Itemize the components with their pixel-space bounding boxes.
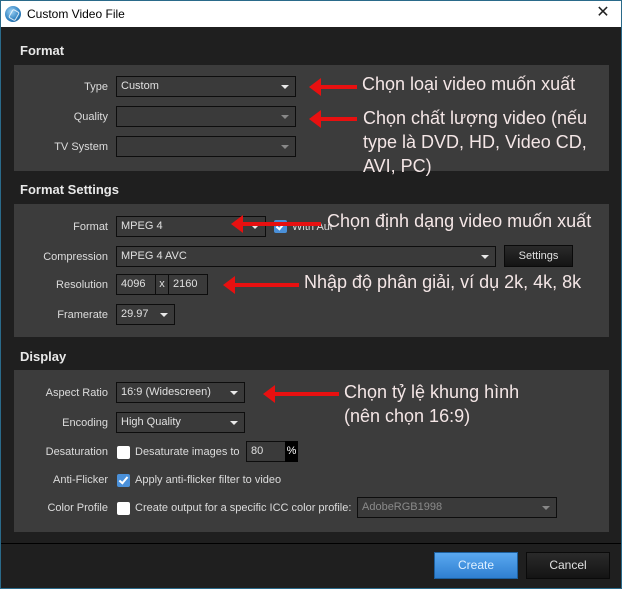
resolution-label: Resolution: [56, 279, 108, 291]
desaturation-text: Desaturate images to: [135, 446, 240, 458]
resolution-height-input[interactable]: 2160: [168, 274, 208, 295]
annotation-aspect-line2: (nên chọn 16:9): [344, 406, 471, 426]
type-label: Type: [84, 81, 108, 93]
annotation-quality-line2: type là DVD, HD, Video CD,: [363, 132, 587, 152]
annotation-arrow-format: [231, 215, 321, 233]
format-select[interactable]: MPEG 4: [116, 216, 266, 237]
framerate-value: 29.97: [121, 308, 149, 320]
encoding-label: Encoding: [62, 417, 108, 429]
cancel-button[interactable]: Cancel: [526, 552, 610, 579]
chevron-down-icon: [160, 313, 168, 317]
chevron-down-icon: [281, 115, 289, 119]
aspect-ratio-value: 16:9 (Widescreen): [121, 386, 211, 398]
type-select[interactable]: Custom: [116, 76, 296, 97]
format-value: MPEG 4: [121, 220, 163, 232]
tv-system-select[interactable]: [116, 136, 296, 157]
resolution-width-input[interactable]: 4096: [116, 274, 156, 295]
desaturation-label: Desaturation: [45, 446, 108, 458]
desaturation-checkbox[interactable]: [117, 446, 130, 459]
compression-value: MPEG 4 AVC: [121, 250, 187, 262]
encoding-select[interactable]: High Quality: [116, 412, 245, 433]
aspect-ratio-label: Aspect Ratio: [45, 387, 108, 399]
type-value: Custom: [121, 80, 159, 92]
close-icon[interactable]: ✕: [593, 3, 613, 23]
section-title-display: Display: [20, 349, 67, 364]
quality-label: Quality: [73, 111, 108, 123]
compression-select[interactable]: MPEG 4 AVC: [116, 246, 496, 267]
color-profile-select[interactable]: AdobeRGB1998: [357, 497, 557, 518]
color-profile-checkbox[interactable]: [117, 502, 130, 515]
encoding-value: High Quality: [121, 416, 181, 428]
annotation-arrow-resolution: [223, 276, 299, 294]
annotation-aspect-line1: Chọn tỷ lệ khung hình: [344, 382, 520, 402]
annotation-format: Chọn định dạng video muốn xuất: [327, 211, 592, 231]
chevron-down-icon: [230, 391, 238, 395]
anti-flicker-text: Apply anti-flicker filter to video: [135, 474, 282, 486]
title-bar: Custom Video File ✕: [1, 1, 621, 27]
tv-system-label: TV System: [54, 141, 108, 153]
settings-button[interactable]: Settings: [504, 245, 573, 267]
percent-unit: %: [285, 441, 298, 462]
color-profile-label: Color Profile: [47, 502, 108, 514]
custom-video-file-dialog: Custom Video File ✕ Format Type Custom Q…: [0, 0, 622, 589]
section-title-format: Format: [20, 43, 65, 58]
window-title: Custom Video File: [27, 7, 125, 21]
format-label: Format: [73, 221, 108, 233]
annotation-resolution: Nhập độ phân giải, ví dụ 2k, 4k, 8k: [304, 272, 582, 292]
annotation-quality-line3: AVI, PC): [363, 156, 432, 176]
app-logo-icon: [5, 6, 21, 22]
chevron-down-icon: [230, 421, 238, 425]
aspect-ratio-select[interactable]: 16:9 (Widescreen): [116, 382, 245, 403]
color-profile-text: Create output for a specific ICC color p…: [135, 502, 352, 514]
annotation-arrow-aspect: [263, 385, 339, 403]
chevron-down-icon: [281, 85, 289, 89]
section-title-format-settings: Format Settings: [20, 182, 119, 197]
compression-label: Compression: [43, 251, 108, 263]
annotation-arrow-quality: [309, 110, 357, 128]
framerate-select[interactable]: 29.97: [116, 304, 175, 325]
color-profile-value: AdobeRGB1998: [362, 501, 443, 513]
create-button[interactable]: Create: [434, 552, 518, 579]
quality-select[interactable]: [116, 106, 296, 127]
resolution-separator: x: [155, 274, 169, 295]
chevron-down-icon: [281, 145, 289, 149]
desaturation-value-input[interactable]: 80: [246, 441, 286, 462]
chevron-down-icon: [481, 255, 489, 259]
anti-flicker-label: Anti-Flicker: [52, 474, 108, 486]
annotation-quality-line1: Chọn chất lượng video (nếu: [363, 108, 587, 128]
annotation-type: Chọn loại video muốn xuất: [362, 74, 576, 94]
footer-divider: [1, 543, 621, 544]
framerate-label: Framerate: [57, 309, 108, 321]
anti-flicker-checkbox[interactable]: [117, 474, 130, 487]
chevron-down-icon: [542, 506, 550, 510]
annotation-arrow-type: [309, 78, 357, 96]
